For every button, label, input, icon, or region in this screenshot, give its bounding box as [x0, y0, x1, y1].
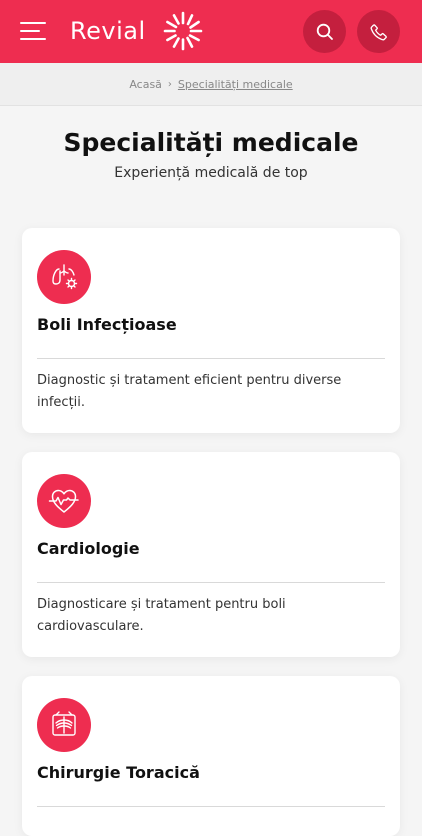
site-header: Revial: [0, 0, 422, 63]
specialty-description: Diagnostic și tratament eficient pentru …: [37, 373, 342, 410]
breadcrumb-home-link[interactable]: Acasă: [129, 78, 162, 91]
search-icon: [316, 23, 333, 40]
lungs-virus-icon: [37, 250, 91, 304]
search-button[interactable]: [303, 10, 346, 53]
sunburst-logo-icon: [163, 11, 202, 51]
hamburger-menu-icon[interactable]: [20, 20, 46, 42]
specialty-description: Diagnosticare și tratament pentru boli c…: [37, 597, 286, 634]
card-divider: [37, 582, 385, 583]
phone-icon: [370, 23, 387, 40]
specialty-card-cardiology[interactable]: Cardiologie Diagnosticare și tratament p…: [22, 452, 400, 657]
page-subtitle: Experiență medicală de top: [114, 165, 308, 181]
chest-xray-icon: [37, 698, 91, 752]
page-title: Specialități medicale: [63, 128, 359, 157]
specialty-title: Cardiologie: [37, 539, 140, 558]
heart-pulse-icon: [37, 474, 91, 528]
breadcrumb-current-link[interactable]: Specialități medicale: [178, 78, 293, 91]
card-divider: [37, 358, 385, 359]
phone-button[interactable]: [357, 10, 400, 53]
specialty-card-infectious-diseases[interactable]: Boli Infecțioase Diagnostic și tratament…: [22, 228, 400, 433]
breadcrumb-separator: ›: [167, 78, 172, 90]
breadcrumb: Acasă › Specialități medicale: [0, 63, 422, 106]
specialty-title: Boli Infecțioase: [37, 315, 177, 334]
brand-name: Revial: [70, 17, 146, 45]
brand-logo[interactable]: Revial: [70, 7, 204, 55]
specialty-title: Chirurgie Toracică: [37, 763, 200, 782]
specialty-card-thoracic-surgery[interactable]: Chirurgie Toracică: [22, 676, 400, 836]
card-divider: [37, 806, 385, 807]
